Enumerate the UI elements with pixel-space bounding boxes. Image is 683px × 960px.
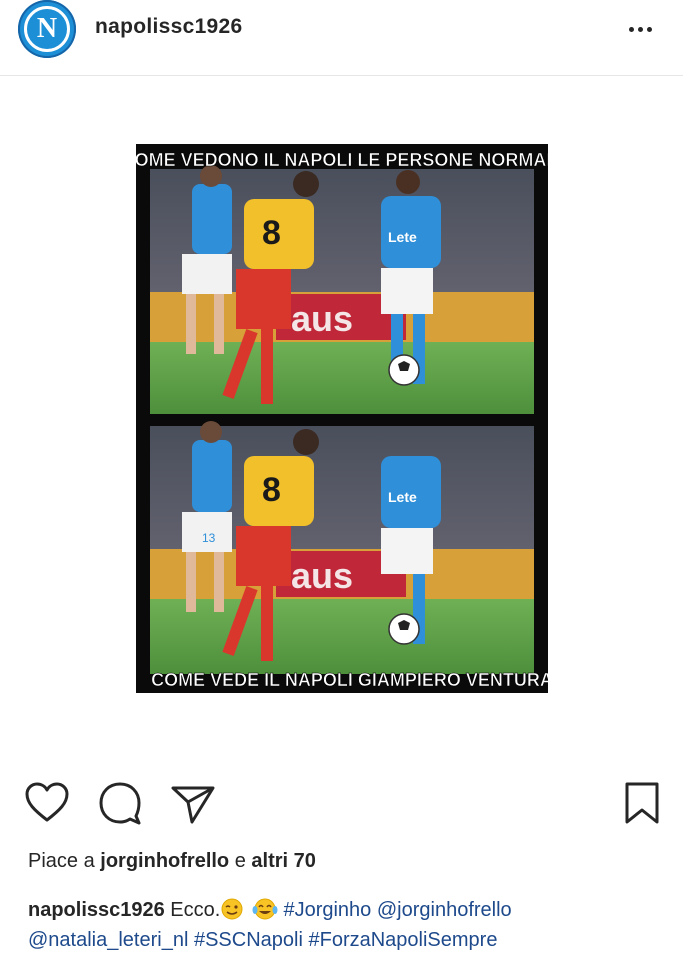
caption-text: Ecco. (164, 899, 221, 921)
bottom-panel: aus 13 8 Lete COME VEDE IL NAPOLI GIAMPI… (150, 421, 548, 690)
mention-link[interactable]: @natalia_leteri_nl (28, 929, 188, 951)
tears-of-joy-emoji-icon (252, 898, 278, 920)
avatar-letter: N (36, 13, 58, 44)
hashtag-link[interactable]: #SSCNapoli (194, 929, 303, 951)
hashtag-link[interactable]: #ForzaNapoliSempre (308, 929, 497, 951)
left-player-number-bottom: 8 (262, 471, 281, 509)
sponsor-text-bottom: Lete (388, 489, 417, 505)
heart-icon[interactable] (24, 780, 70, 826)
comment-icon[interactable] (98, 780, 144, 826)
likes-others[interactable]: altri 70 (251, 850, 315, 872)
ad-banner-text-bottom: aus (291, 555, 353, 596)
bottom-caption: COME VEDE IL NAPOLI GIAMPIERO VENTURA (151, 670, 548, 690)
ad-banner-text: aus (291, 298, 353, 339)
top-caption: COME VEDONO IL NAPOLI LE PERSONE NORMALI (136, 150, 548, 170)
likes-summary[interactable]: Piace a jorginhofrello e altri 70 (28, 850, 316, 873)
avatar[interactable]: N (18, 0, 76, 58)
caption-username[interactable]: napolissc1926 (28, 899, 165, 921)
top-panel: aus 8 Lete COME VEDONO IL NAPOLI LE PERS… (136, 150, 548, 414)
post-caption: napolissc1926 Ecco. #Jorginho @jorginhof… (28, 895, 668, 955)
background-player-number: 13 (202, 531, 216, 545)
hashtag-link[interactable]: #Jorginho (283, 899, 371, 921)
share-icon[interactable] (170, 780, 216, 826)
sponsor-text: Lete (388, 229, 417, 245)
action-bar (0, 780, 683, 830)
left-player-number: 8 (262, 214, 281, 252)
bookmark-icon[interactable] (620, 780, 666, 826)
post-username[interactable]: napolissc1926 (95, 15, 243, 39)
post-header: N napolissc1926 (0, 0, 683, 76)
likes-middle: e (229, 850, 252, 872)
mention-link[interactable]: @jorginhofrello (377, 899, 512, 921)
meme-image: aus 8 Lete COME VEDONO IL NAPOLI LE PERS… (136, 144, 548, 693)
more-options-icon[interactable] (622, 18, 658, 38)
winking-face-emoji-icon (220, 898, 246, 920)
post-media[interactable]: aus 8 Lete COME VEDONO IL NAPOLI LE PERS… (0, 77, 683, 767)
liker-username[interactable]: jorginhofrello (100, 850, 229, 872)
likes-prefix: Piace a (28, 850, 101, 872)
